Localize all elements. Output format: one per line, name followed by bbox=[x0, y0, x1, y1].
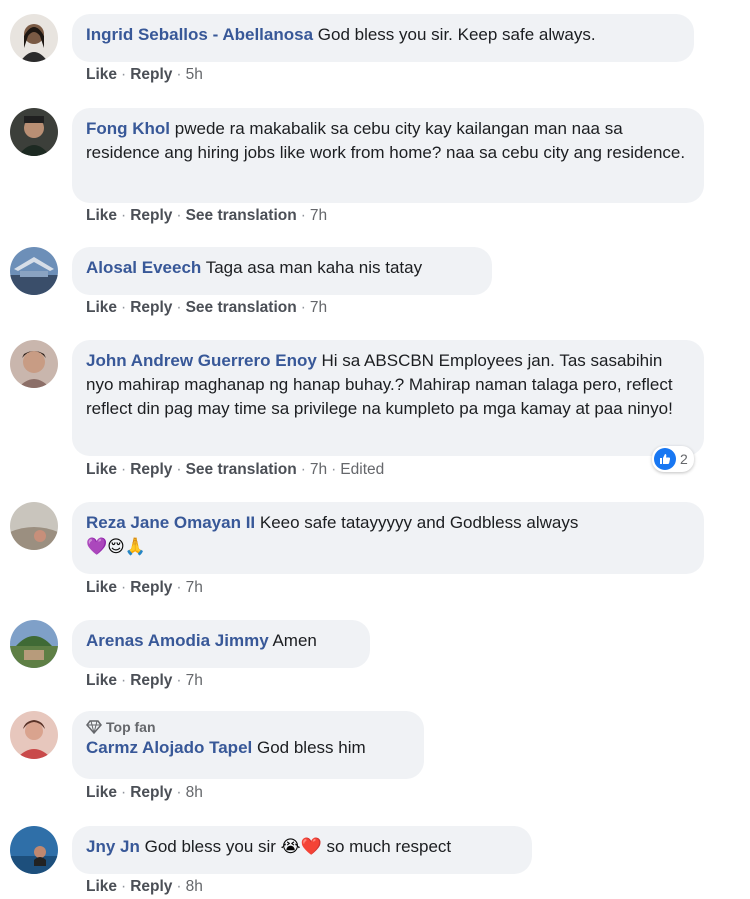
comment-author[interactable]: John Andrew Guerrero Enoy bbox=[86, 351, 317, 370]
like-link[interactable]: Like bbox=[86, 461, 117, 478]
reaction-count[interactable]: 2 bbox=[652, 446, 694, 472]
avatar[interactable] bbox=[10, 502, 58, 550]
see-translation-link[interactable]: See translation bbox=[186, 461, 297, 478]
comment-bubble: Fong Khol pwede ra makabalik sa cebu cit… bbox=[72, 108, 704, 203]
avatar[interactable] bbox=[10, 247, 58, 295]
comment-actions: Like · Reply · 7h bbox=[86, 672, 203, 689]
comment: Top fan Carmz Alojado Tapel God bless hi… bbox=[10, 711, 740, 806]
comment-author[interactable]: Fong Khol bbox=[86, 119, 170, 138]
comment-actions: Like · Reply · 8h bbox=[86, 878, 203, 895]
comment-actions: Like · Reply · 5h bbox=[86, 66, 203, 83]
avatar[interactable] bbox=[10, 14, 58, 62]
comment-text: God bless you sir. Keep safe always. bbox=[317, 25, 596, 44]
comment-actions: Like · Reply · See translation · 7h bbox=[86, 207, 328, 224]
comment: Fong Khol pwede ra makabalik sa cebu cit… bbox=[10, 108, 740, 228]
avatar[interactable] bbox=[10, 340, 58, 388]
comment-time[interactable]: 8h bbox=[186, 878, 203, 895]
comment-time[interactable]: 5h bbox=[186, 66, 203, 83]
comment-time[interactable]: 8h bbox=[186, 784, 203, 801]
comment-time[interactable]: 7h bbox=[186, 579, 203, 596]
comment-author[interactable]: Arenas Amodia Jimmy bbox=[86, 631, 269, 650]
comment-time[interactable]: 7h bbox=[310, 461, 327, 478]
reply-link[interactable]: Reply bbox=[130, 207, 172, 224]
comment-author[interactable]: Reza Jane Omayan II bbox=[86, 513, 255, 532]
like-link[interactable]: Like bbox=[86, 579, 117, 596]
comment-time[interactable]: 7h bbox=[310, 207, 327, 224]
comment-emojis: 💜😌🙏 bbox=[86, 537, 147, 557]
comment-text: Keeo safe tatayyyyy and Godbless always bbox=[259, 513, 579, 532]
comment-actions: Like · Reply · 7h bbox=[86, 579, 203, 596]
avatar[interactable] bbox=[10, 620, 58, 668]
top-fan-badge: Top fan bbox=[86, 718, 410, 736]
reply-link[interactable]: Reply bbox=[130, 461, 172, 478]
comment-text: God bless you sir bbox=[144, 837, 276, 856]
comment-bubble: Alosal Eveech Taga asa man kaha nis tata… bbox=[72, 247, 492, 295]
comment-bubble: John Andrew Guerrero Enoy Hi sa ABSCBN E… bbox=[72, 340, 704, 456]
comment-author[interactable]: Carmz Alojado Tapel bbox=[86, 738, 252, 757]
edited-label: Edited bbox=[340, 461, 385, 478]
reply-link[interactable]: Reply bbox=[130, 299, 172, 316]
like-reaction-icon bbox=[654, 448, 676, 470]
comment-bubble: Jny Jn God bless you sir 😭❤️ so much res… bbox=[72, 826, 532, 874]
comment-actions: Like · Reply · See translation · 7h bbox=[86, 299, 328, 316]
reaction-count-value: 2 bbox=[680, 451, 688, 467]
comment-time[interactable]: 7h bbox=[186, 672, 203, 689]
like-link[interactable]: Like bbox=[86, 207, 117, 224]
avatar[interactable] bbox=[10, 826, 58, 874]
comment-bubble: Ingrid Seballos - Abellanosa God bless y… bbox=[72, 14, 694, 62]
comment: Alosal Eveech Taga asa man kaha nis tata… bbox=[10, 247, 740, 322]
reply-link[interactable]: Reply bbox=[130, 672, 172, 689]
avatar[interactable] bbox=[10, 108, 58, 156]
like-link[interactable]: Like bbox=[86, 66, 117, 83]
comment-time[interactable]: 7h bbox=[310, 299, 327, 316]
reply-link[interactable]: Reply bbox=[130, 66, 172, 83]
like-link[interactable]: Like bbox=[86, 672, 117, 689]
reply-link[interactable]: Reply bbox=[130, 579, 172, 596]
comment-author[interactable]: Jny Jn bbox=[86, 837, 140, 856]
see-translation-link[interactable]: See translation bbox=[186, 207, 297, 224]
comment-text: so much respect bbox=[326, 837, 452, 856]
comment-text: pwede ra makabalik sa cebu city kay kail… bbox=[86, 119, 686, 162]
see-translation-link[interactable]: See translation bbox=[186, 299, 297, 316]
reply-link[interactable]: Reply bbox=[130, 878, 172, 895]
comment: Jny Jn God bless you sir 😭❤️ so much res… bbox=[10, 826, 740, 899]
reply-link[interactable]: Reply bbox=[130, 784, 172, 801]
comment-actions: Like · Reply · 8h bbox=[86, 784, 203, 801]
comment-bubble: Top fan Carmz Alojado Tapel God bless hi… bbox=[72, 711, 424, 779]
comment-text: God bless him bbox=[256, 738, 366, 757]
comment-bubble: Reza Jane Omayan II Keeo safe tatayyyyy … bbox=[72, 502, 704, 574]
comment-author[interactable]: Ingrid Seballos - Abellanosa bbox=[86, 25, 313, 44]
comment-text: Taga asa man kaha nis tatay bbox=[205, 258, 423, 277]
comment: Ingrid Seballos - Abellanosa God bless y… bbox=[10, 14, 740, 94]
comment: Arenas Amodia Jimmy Amen Like · Reply · 7h bbox=[10, 620, 740, 695]
avatar[interactable] bbox=[10, 711, 58, 759]
like-link[interactable]: Like bbox=[86, 784, 117, 801]
like-link[interactable]: Like bbox=[86, 878, 117, 895]
comment: Reza Jane Omayan II Keeo safe tatayyyyy … bbox=[10, 502, 740, 607]
comment-emojis: 😭❤️ bbox=[280, 837, 322, 857]
comment-actions: Like · Reply · See translation · 7h · Edited bbox=[86, 461, 385, 478]
diamond-icon bbox=[86, 720, 102, 734]
badge-label: Top fan bbox=[106, 719, 156, 735]
comment-text: Amen bbox=[272, 631, 317, 650]
comment-author[interactable]: Alosal Eveech bbox=[86, 258, 201, 277]
comment: John Andrew Guerrero Enoy Hi sa ABSCBN E… bbox=[10, 340, 740, 485]
comment-bubble: Arenas Amodia Jimmy Amen bbox=[72, 620, 370, 668]
like-link[interactable]: Like bbox=[86, 299, 117, 316]
